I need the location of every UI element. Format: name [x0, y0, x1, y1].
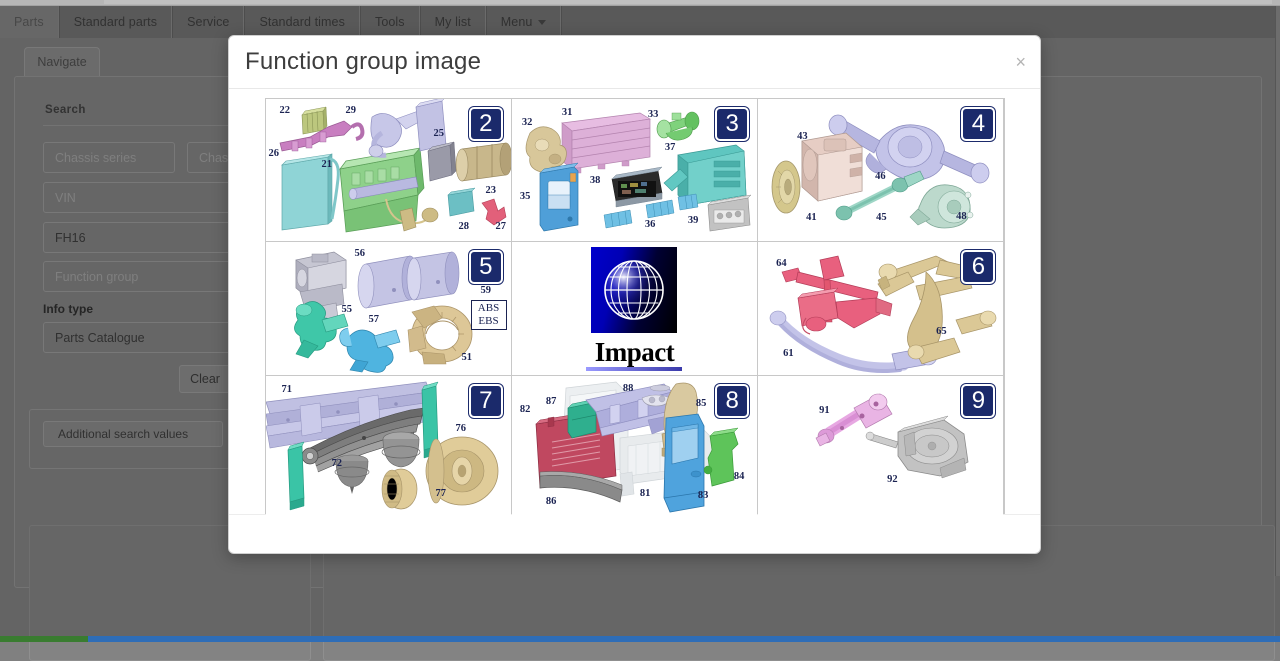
- function-group-badge: 6: [961, 250, 995, 284]
- part-number-label: 45: [876, 212, 887, 223]
- function-group-cell-6[interactable]: 64 61 65 6: [758, 242, 1003, 375]
- function-group-badge: 8: [715, 384, 749, 418]
- globe-icon: [600, 256, 668, 324]
- part-number-label: 23: [486, 185, 497, 196]
- part-number-label: 91: [819, 405, 830, 416]
- part-number-label: 31: [562, 107, 573, 118]
- part-number-label: 71: [282, 384, 293, 395]
- dialog-body: 22 29 25 26 21 23 28 27 2: [229, 89, 1040, 514]
- part-number-label: 46: [875, 171, 886, 182]
- function-group-badge: 7: [469, 384, 503, 418]
- impact-wordmark: Impact: [586, 337, 682, 367]
- part-number-label: 81: [640, 488, 651, 499]
- close-icon[interactable]: ×: [1015, 53, 1026, 71]
- part-number-label: 32: [522, 117, 533, 128]
- impact-logo-square: [591, 247, 677, 333]
- function-group-cell-5[interactable]: 56 55 57 51 59 ABS EBS 5: [266, 242, 511, 375]
- part-number-label: 35: [520, 191, 531, 202]
- part-number-label: 76: [456, 423, 467, 434]
- part-number-label: 37: [665, 142, 676, 153]
- function-group-cell-3[interactable]: 32 31 33 37 35 38 36 39 3: [512, 99, 757, 241]
- part-number-label: 28: [459, 221, 470, 232]
- part-number-label: 29: [346, 105, 357, 116]
- part-number-label: 86: [546, 496, 557, 507]
- dialog-footer: [229, 514, 1040, 561]
- part-number-label: 92: [887, 474, 898, 485]
- part-number-label: 41: [806, 212, 817, 223]
- abs-label: ABS: [476, 302, 502, 315]
- part-number-label: 83: [698, 490, 709, 501]
- impact-logo: Impact: [586, 247, 682, 371]
- part-number-label: 72: [332, 458, 343, 469]
- abs-ebs-label: ABS EBS: [471, 300, 507, 330]
- part-number-label: 87: [546, 396, 557, 407]
- part-number-label: 61: [783, 348, 794, 359]
- function-group-badge: 5: [469, 250, 503, 284]
- dialog-header: Function group image ×: [229, 36, 1040, 89]
- part-number-label: 27: [496, 221, 507, 232]
- function-group-cell-8[interactable]: 88 87 82 85 81 83 84 86 8: [512, 376, 757, 517]
- function-group-grid: 22 29 25 26 21 23 28 27 2: [265, 98, 1005, 514]
- part-number-label: 39: [688, 215, 699, 226]
- part-number-label: 33: [648, 109, 659, 120]
- part-number-label: 84: [734, 471, 745, 482]
- part-number-label: 55: [342, 304, 353, 315]
- part-number-label: 77: [436, 488, 447, 499]
- function-group-badge: 9: [961, 384, 995, 418]
- function-group-cell-2[interactable]: 22 29 25 26 21 23 28 27 2: [266, 99, 511, 241]
- function-group-cell-4[interactable]: 43 46 41 45 48 4: [758, 99, 1003, 241]
- part-number-label: 56: [355, 248, 366, 259]
- function-group-cell-7[interactable]: 71 72 76 77 7: [266, 376, 511, 517]
- part-number-label: 85: [696, 398, 707, 409]
- impact-logo-cell[interactable]: Impact: [512, 242, 757, 375]
- part-number-label: 36: [645, 219, 656, 230]
- part-number-label: 57: [369, 314, 380, 325]
- ebs-label: EBS: [476, 315, 502, 328]
- part-number-label: 21: [322, 159, 333, 170]
- dialog-title: Function group image: [245, 48, 481, 76]
- part-number-label: 38: [590, 175, 601, 186]
- impact-logo-underline: [586, 367, 682, 371]
- function-group-badge: 2: [469, 107, 503, 141]
- part-number-label: 82: [520, 404, 531, 415]
- part-number-label: 65: [936, 326, 947, 337]
- function-group-cell-9[interactable]: 91 92 9: [758, 376, 1003, 517]
- part-number-label: 26: [269, 148, 280, 159]
- part-number-label: 59: [481, 285, 492, 296]
- function-group-badge: 4: [961, 107, 995, 141]
- part-number-label: 48: [956, 211, 967, 222]
- part-number-label: 25: [434, 128, 445, 139]
- part-number-label: 43: [797, 131, 808, 142]
- part-number-label: 22: [280, 105, 291, 116]
- function-group-image-dialog: Function group image ×: [228, 35, 1041, 554]
- part-number-label: 51: [462, 352, 473, 363]
- part-number-label: 64: [776, 258, 787, 269]
- function-group-badge: 3: [715, 107, 749, 141]
- part-number-label: 88: [623, 383, 634, 394]
